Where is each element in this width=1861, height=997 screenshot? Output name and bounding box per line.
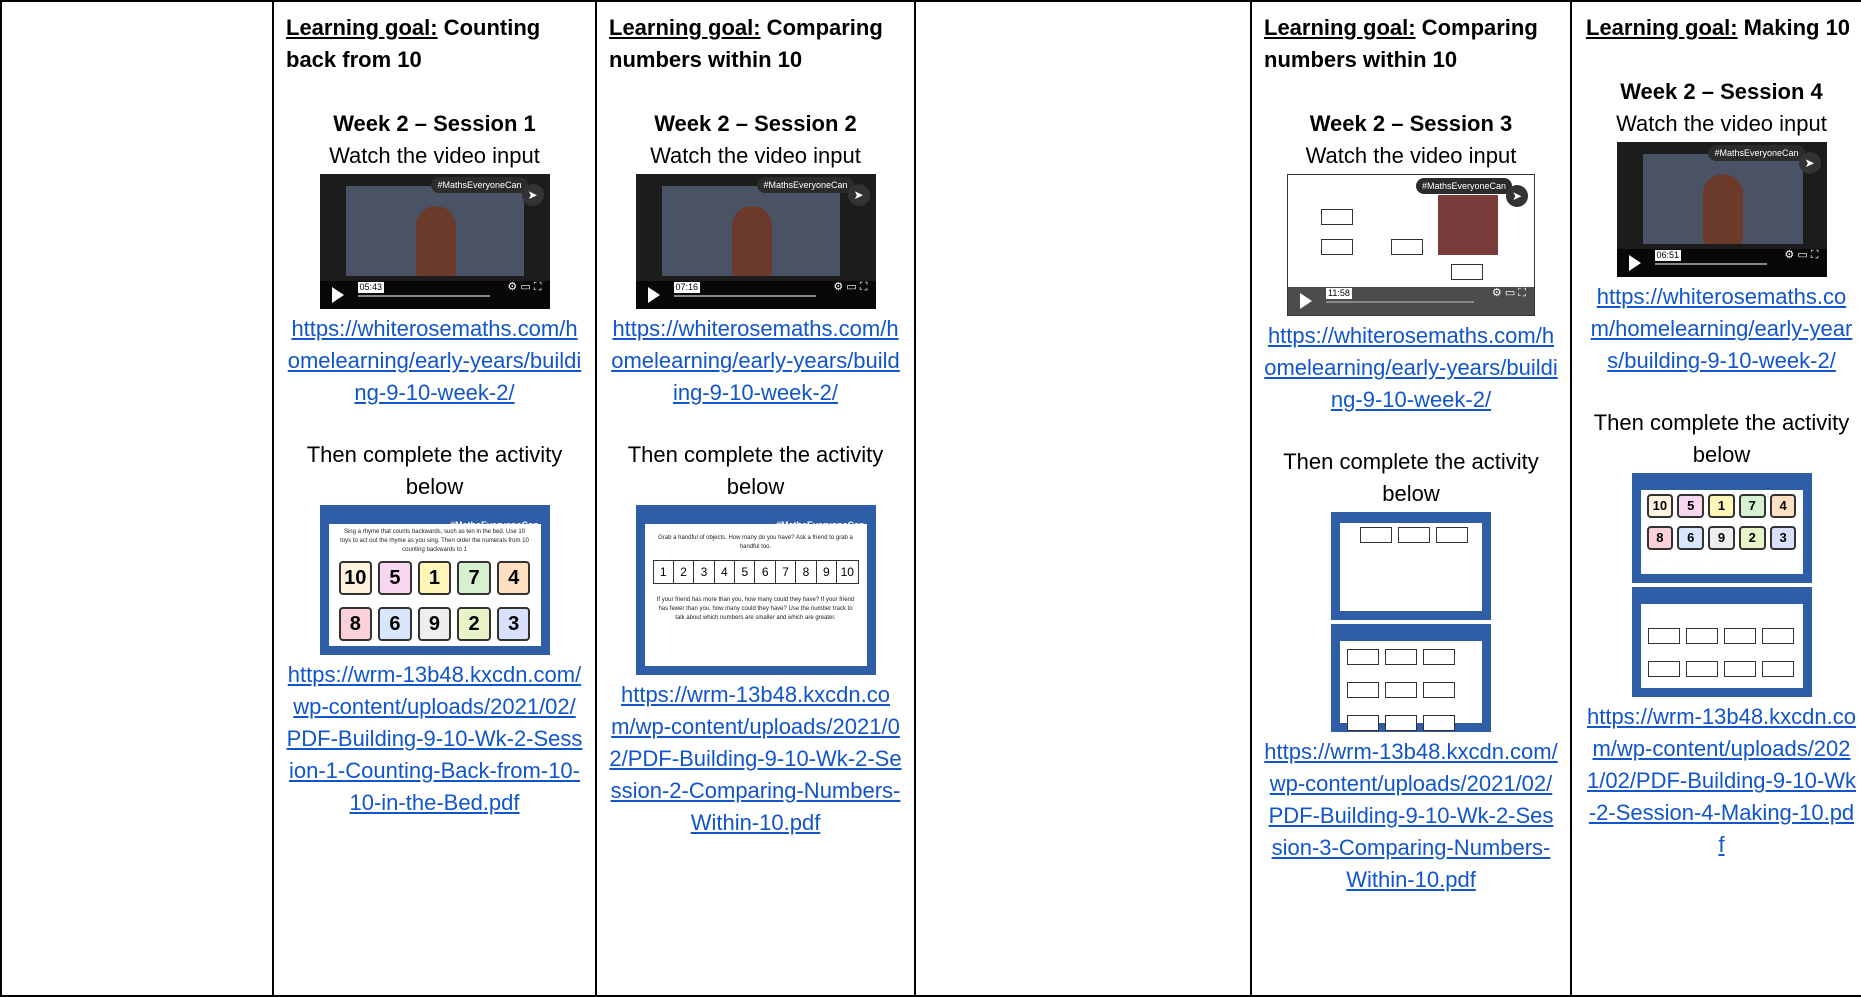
- activity-link[interactable]: https://wrm-13b48.kxcdn.com/wp-content/u…: [1264, 736, 1558, 896]
- learning-goal: Learning goal: Making 10: [1586, 15, 1851, 40]
- activity-thumbnail-bottom: [1631, 587, 1812, 697]
- activity-instruction: Then complete the activity below: [1283, 449, 1539, 506]
- settings-icon[interactable]: ⚙ ▭ ⛶: [833, 271, 867, 303]
- session-3-cell: Learning goal: Comparing numbers within …: [1250, 0, 1572, 997]
- numeral-cards-top: 10 5 1 7 4: [1641, 490, 1803, 522]
- video-link[interactable]: https://whiterosemaths.com/homelearning/…: [1264, 320, 1558, 416]
- session-4-cell: Learning goal: Making 10 Week 2 – Sessio…: [1570, 0, 1861, 997]
- empty-cell: [0, 0, 274, 997]
- session-title: Week 2 – Session 3: [1309, 111, 1513, 136]
- session-title: Week 2 – Session 1: [333, 111, 536, 136]
- weekly-plan-table: Learning goal: Counting back from 10 Wee…: [0, 0, 1861, 997]
- watch-instruction: Watch the video input: [1305, 143, 1517, 168]
- activity-link[interactable]: https://wrm-13b48.kxcdn.com/wp-content/u…: [609, 679, 902, 839]
- play-icon[interactable]: [1300, 293, 1312, 309]
- watch-instruction: Watch the video input: [1616, 111, 1827, 136]
- session-1-cell: Learning goal: Counting back from 10 Wee…: [272, 0, 597, 997]
- play-icon[interactable]: [647, 287, 660, 303]
- video-thumbnail[interactable]: #MathsEveryoneCan ➤ 07:16 ⚙ ▭ ⛶: [635, 174, 876, 309]
- learning-goal: Learning goal: Comparing numbers within …: [1264, 15, 1538, 72]
- learning-goal: Learning goal: Comparing numbers within …: [609, 15, 883, 72]
- learning-goal: Learning goal: Counting back from 10: [286, 15, 541, 72]
- session-title: Week 2 – Session 2: [654, 111, 857, 136]
- number-track: 1 2 3 4 5 6 7 8 9 10: [652, 560, 859, 584]
- numeral-cards-bottom: 86923: [1641, 522, 1803, 554]
- numeral-cards-top: 10 5 1 7 4: [329, 555, 541, 601]
- settings-icon[interactable]: ⚙ ▭ ⛶: [1784, 239, 1818, 271]
- play-icon[interactable]: [1628, 255, 1641, 271]
- share-icon[interactable]: ➤: [847, 184, 870, 206]
- video-link[interactable]: https://whiterosemaths.com/homelearning/…: [1586, 281, 1857, 377]
- activity-instruction: Then complete the activity below: [627, 442, 884, 499]
- session-2-cell: Learning goal: Comparing numbers within …: [595, 0, 916, 997]
- activity-instruction: Then complete the activity below: [306, 442, 563, 499]
- session-title: Week 2 – Session 4: [1620, 79, 1823, 104]
- settings-icon[interactable]: ⚙ ▭ ⛶: [507, 271, 541, 303]
- share-icon[interactable]: ➤: [1506, 185, 1528, 207]
- numeral-cards-bottom: 86923: [329, 601, 541, 647]
- video-thumbnail[interactable]: #MathsEveryoneCan ➤ 11:58 ⚙ ▭ ⛶: [1287, 174, 1535, 316]
- activity-instruction: Then complete the activity below: [1593, 410, 1850, 467]
- activity-thumbnail-top: [1331, 512, 1491, 620]
- play-icon[interactable]: [331, 287, 344, 303]
- activity-thumbnail: #MathsEveryoneCan Grab a handful of obje…: [635, 505, 876, 675]
- activity-thumbnail-bottom: [1331, 624, 1491, 732]
- activity-thumbnail-top: 10 5 1 7 4 86923: [1631, 473, 1812, 583]
- video-thumbnail[interactable]: #MathsEveryoneCan ➤ 06:51 ⚙ ▭ ⛶: [1616, 142, 1827, 277]
- activity-link[interactable]: https://wrm-13b48.kxcdn.com/wp-content/u…: [1586, 701, 1857, 861]
- watch-instruction: Watch the video input: [650, 143, 861, 168]
- share-icon[interactable]: ➤: [1798, 152, 1821, 174]
- empty-cell: [914, 0, 1252, 997]
- settings-icon[interactable]: ⚙ ▭ ⛶: [1492, 277, 1526, 309]
- activity-link[interactable]: https://wrm-13b48.kxcdn.com/wp-content/u…: [286, 659, 583, 819]
- video-thumbnail[interactable]: #MathsEveryoneCan ➤ 05:43 ⚙ ▭ ⛶: [319, 174, 550, 309]
- watch-instruction: Watch the video input: [329, 143, 540, 168]
- video-link[interactable]: https://whiterosemaths.com/homelearning/…: [286, 313, 583, 409]
- activity-thumbnail: #MathsEveryoneCan Sing a rhyme that coun…: [319, 505, 550, 655]
- video-link[interactable]: https://whiterosemaths.com/homelearning/…: [609, 313, 902, 409]
- share-icon[interactable]: ➤: [521, 184, 544, 206]
